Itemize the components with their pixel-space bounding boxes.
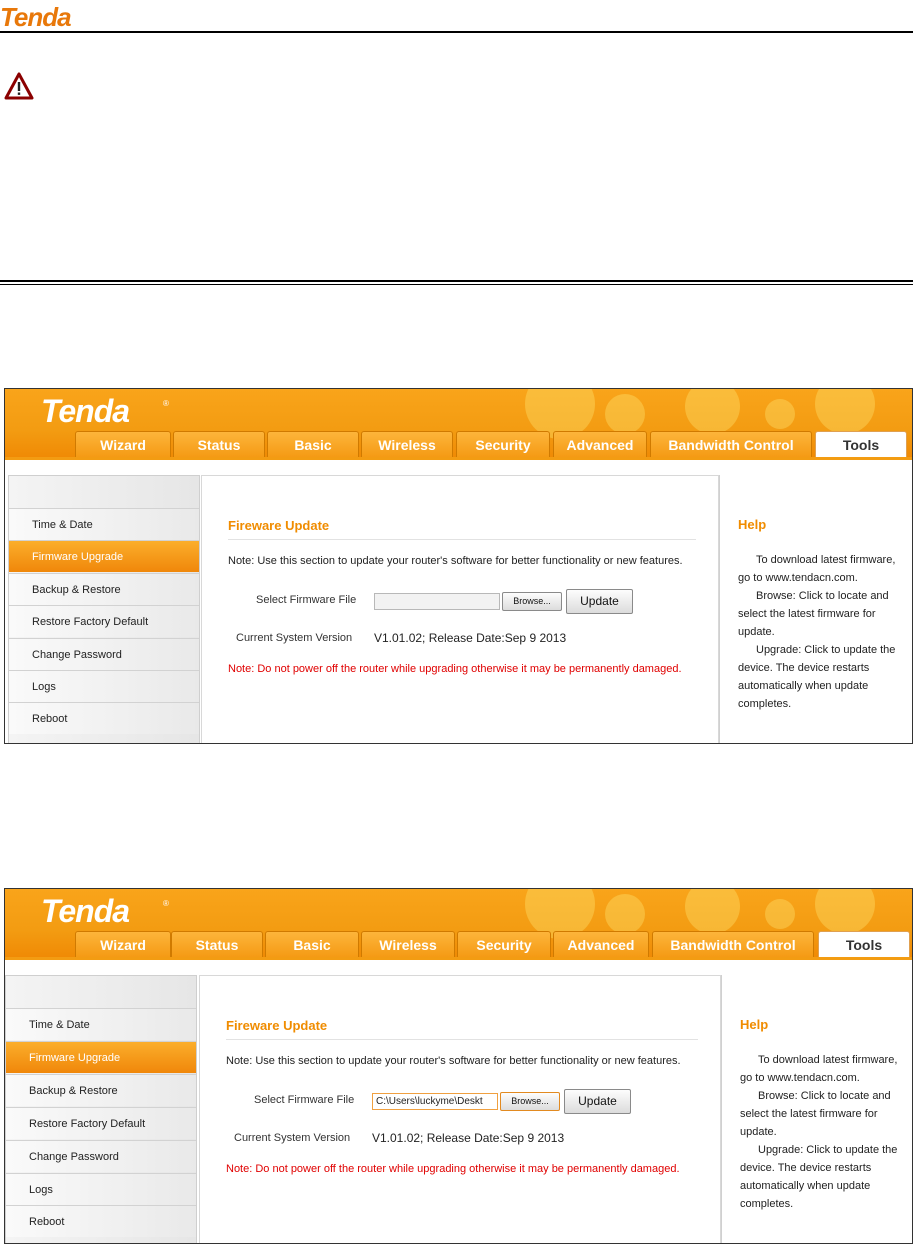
firmware-file-input[interactable]: C:\Users\luckyme\Deskt bbox=[372, 1093, 498, 1110]
router-logo: Tenda bbox=[41, 893, 130, 929]
router-logo: Tenda bbox=[41, 393, 130, 429]
info-note: Note: Use this section to update your ro… bbox=[226, 1055, 681, 1067]
sidebar-item-firmware-upgrade[interactable]: Firmware Upgrade bbox=[6, 1041, 196, 1073]
router-screenshot-empty: Tenda ® Wizard Status Basic Wireless Sec… bbox=[4, 388, 913, 744]
tab-wizard[interactable]: Wizard bbox=[75, 931, 171, 957]
info-note: Note: Use this section to update your ro… bbox=[228, 555, 683, 567]
router-screenshot-file-selected: Tenda ® Wizard Status Basic Wireless Sec… bbox=[4, 888, 913, 1244]
update-button[interactable]: Update bbox=[566, 589, 633, 614]
firmware-file-label: Select Firmware File bbox=[256, 594, 357, 606]
tab-status[interactable]: Status bbox=[173, 431, 265, 457]
help-paragraph: To download latest firmware, go to www.t… bbox=[738, 554, 896, 584]
sidebar-item-time-date[interactable]: Time & Date bbox=[9, 508, 199, 540]
document-logo: Tenda bbox=[0, 2, 72, 32]
tab-tools[interactable]: Tools bbox=[815, 431, 907, 458]
warning-note: Note: Do not power off the router while … bbox=[228, 663, 682, 675]
version-value: V1.01.02; Release Date:Sep 9 2013 bbox=[372, 1131, 565, 1145]
sidebar-item-backup-restore[interactable]: Backup & Restore bbox=[6, 1074, 196, 1106]
registered-mark: ® bbox=[163, 399, 169, 408]
firmware-update-panel: Fireware Update Note: Use this section t… bbox=[201, 475, 719, 743]
warning-triangle-icon bbox=[4, 72, 34, 100]
sidebar-item-reboot[interactable]: Reboot bbox=[6, 1205, 196, 1237]
help-panel: Help To download latest firmware, go to … bbox=[719, 475, 910, 743]
tab-status[interactable]: Status bbox=[171, 931, 263, 957]
sidebar-item-restore-factory-default[interactable]: Restore Factory Default bbox=[6, 1107, 196, 1139]
tab-bandwidth-control[interactable]: Bandwidth Control bbox=[650, 431, 812, 457]
sidebar-item-logs[interactable]: Logs bbox=[6, 1173, 196, 1205]
browse-button[interactable]: Browse... bbox=[502, 592, 562, 611]
sidebar-item-restore-factory-default[interactable]: Restore Factory Default bbox=[9, 605, 199, 637]
tab-wireless[interactable]: Wireless bbox=[361, 431, 453, 457]
firmware-update-panel: Fireware Update Note: Use this section t… bbox=[199, 975, 721, 1243]
registered-mark: ® bbox=[163, 899, 169, 908]
sidebar-item-change-password[interactable]: Change Password bbox=[9, 638, 199, 670]
router-banner: Tenda ® Wizard Status Basic Wireless Sec… bbox=[5, 889, 912, 958]
help-paragraph: To download latest firmware, go to www.t… bbox=[740, 1054, 898, 1084]
tab-wireless[interactable]: Wireless bbox=[361, 931, 455, 957]
router-banner: Tenda ® Wizard Status Basic Wireless Sec… bbox=[5, 389, 912, 458]
browse-button[interactable]: Browse... bbox=[500, 1092, 560, 1111]
update-button[interactable]: Update bbox=[564, 1089, 631, 1114]
banner-underline bbox=[5, 957, 912, 960]
section-divider bbox=[0, 280, 913, 282]
help-paragraph: Browse: Click to locate and select the l… bbox=[738, 590, 889, 638]
title-divider bbox=[226, 1039, 698, 1040]
title-divider bbox=[228, 539, 696, 540]
firmware-file-input[interactable] bbox=[374, 593, 500, 610]
sidebar: Time & Date Firmware Upgrade Backup & Re… bbox=[8, 475, 200, 743]
help-text: To download latest firmware, go to www.t… bbox=[738, 551, 898, 713]
panel-title: Fireware Update bbox=[226, 1018, 328, 1033]
tab-advanced[interactable]: Advanced bbox=[553, 431, 647, 457]
version-label: Current System Version bbox=[236, 632, 353, 644]
help-title: Help bbox=[740, 1017, 769, 1032]
panel-title: Fireware Update bbox=[228, 518, 330, 533]
version-label: Current System Version bbox=[234, 1132, 351, 1144]
version-value: V1.01.02; Release Date:Sep 9 2013 bbox=[374, 631, 567, 645]
sidebar: Time & Date Firmware Upgrade Backup & Re… bbox=[5, 975, 197, 1243]
sidebar-item-logs[interactable]: Logs bbox=[9, 670, 199, 702]
section-divider-thin bbox=[0, 284, 913, 285]
help-paragraph: Browse: Click to locate and select the l… bbox=[740, 1090, 891, 1138]
tab-basic[interactable]: Basic bbox=[265, 931, 359, 957]
firmware-file-label: Select Firmware File bbox=[254, 1094, 355, 1106]
help-paragraph: Upgrade: Click to update the device. The… bbox=[740, 1144, 898, 1210]
sidebar-item-time-date[interactable]: Time & Date bbox=[6, 1008, 196, 1040]
tab-advanced[interactable]: Advanced bbox=[553, 931, 649, 957]
banner-underline bbox=[5, 457, 912, 460]
warning-note: Note: Do not power off the router while … bbox=[226, 1163, 680, 1175]
help-title: Help bbox=[738, 517, 767, 532]
tab-security[interactable]: Security bbox=[456, 431, 550, 457]
help-paragraph: Upgrade: Click to update the device. The… bbox=[738, 644, 896, 710]
help-panel: Help To download latest firmware, go to … bbox=[721, 975, 912, 1243]
sidebar-item-backup-restore[interactable]: Backup & Restore bbox=[9, 573, 199, 605]
sidebar-item-reboot[interactable]: Reboot bbox=[9, 702, 199, 734]
sidebar-item-firmware-upgrade[interactable]: Firmware Upgrade bbox=[9, 540, 199, 572]
tab-wizard[interactable]: Wizard bbox=[75, 431, 171, 457]
tab-tools[interactable]: Tools bbox=[818, 931, 910, 958]
help-text: To download latest firmware, go to www.t… bbox=[740, 1051, 900, 1213]
header-rule bbox=[0, 31, 913, 33]
tab-basic[interactable]: Basic bbox=[267, 431, 359, 457]
sidebar-item-change-password[interactable]: Change Password bbox=[6, 1140, 196, 1172]
tab-security[interactable]: Security bbox=[457, 931, 551, 957]
tab-bandwidth-control[interactable]: Bandwidth Control bbox=[652, 931, 814, 957]
